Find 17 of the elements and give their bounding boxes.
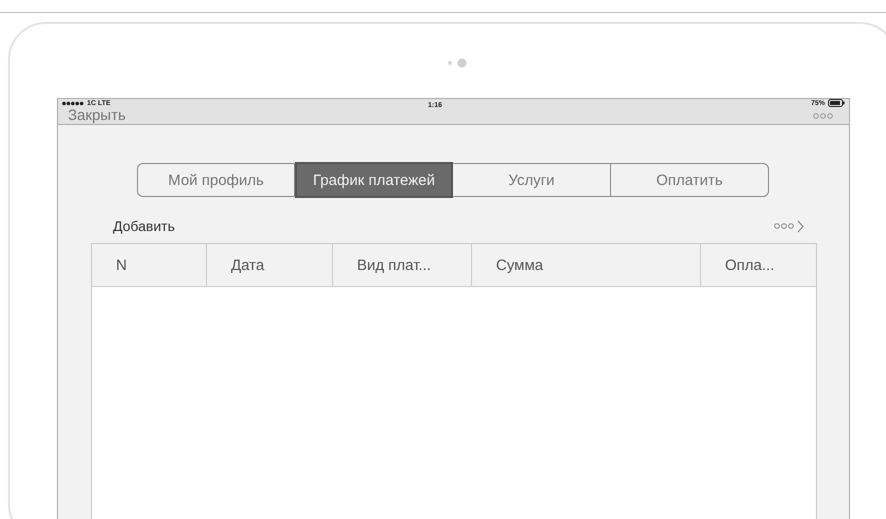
chevron-right-icon[interactable] (797, 220, 804, 232)
more-icon[interactable] (774, 223, 794, 229)
tab[interactable]: Оплатить (611, 163, 769, 197)
close-button[interactable]: Закрыть (68, 107, 126, 124)
column-header[interactable]: N (92, 244, 207, 286)
camera-icon (446, 58, 468, 68)
column-header[interactable]: Вид плат... (333, 244, 472, 286)
battery-icon (828, 99, 845, 107)
tab[interactable]: Мой профиль (137, 163, 295, 197)
add-button[interactable]: Добавить (113, 218, 175, 234)
tab[interactable]: График платежей (295, 162, 453, 198)
more-icon[interactable] (813, 112, 833, 118)
signal-icon (62, 100, 84, 106)
column-header[interactable]: Сумма (472, 244, 701, 286)
column-header[interactable]: Дата (207, 244, 333, 286)
column-header[interactable]: Опла... (701, 244, 816, 286)
tab[interactable]: Услуги (453, 163, 611, 197)
